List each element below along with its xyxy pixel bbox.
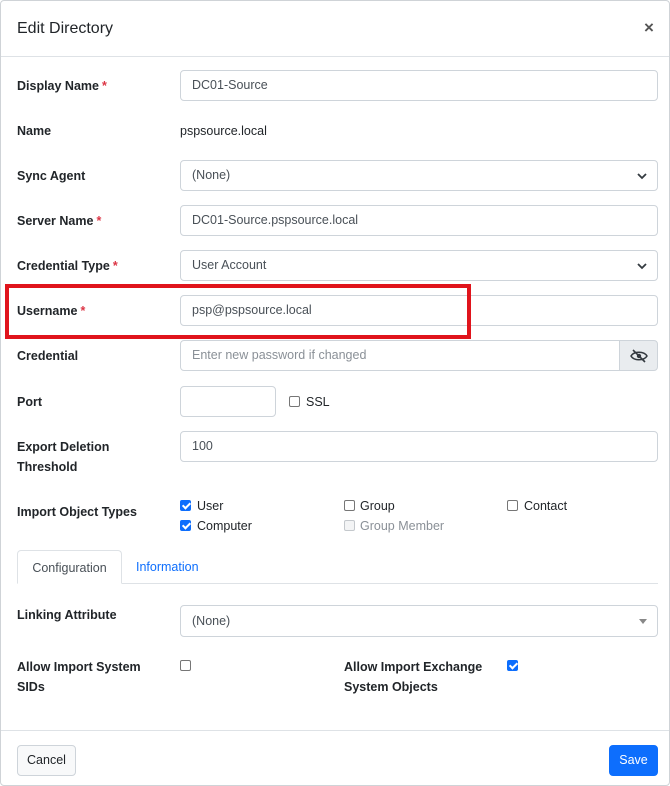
sync-agent-value: (None) [192, 168, 231, 182]
sync-agent-label: Sync Agent [17, 169, 86, 183]
eye-slash-icon [629, 348, 648, 363]
username-label: Username * [17, 304, 86, 318]
name-label: Name [17, 124, 52, 138]
server-name-input[interactable]: DC01-Source.pspsource.local [180, 205, 658, 236]
import-group-checkbox[interactable] [344, 500, 355, 511]
port-input[interactable] [180, 386, 276, 417]
close-icon[interactable]: × [644, 18, 654, 38]
import-group-label: Group [360, 499, 395, 513]
dialog-title: Edit Directory [17, 20, 114, 37]
import-object-types-label: Import Object Types [17, 505, 137, 519]
import-computer-checkbox[interactable] [180, 520, 191, 531]
footer-divider [1, 730, 669, 731]
chevron-down-icon [637, 263, 647, 270]
export-deletion-threshold-input[interactable]: 100 [180, 431, 658, 462]
save-button[interactable]: Save [609, 745, 658, 776]
required-marker: * [80, 304, 86, 318]
ssl-label: SSL [306, 395, 330, 409]
port-label: Port [17, 395, 42, 409]
export-deletion-label: Export Deletion Threshold [17, 440, 110, 474]
name-value: pspsource.local [180, 124, 267, 138]
import-user-checkbox[interactable] [180, 500, 191, 511]
allow-import-system-sids-label: Allow Import System SIDs [17, 660, 141, 694]
required-marker: * [101, 79, 107, 93]
chevron-down-icon [637, 173, 647, 180]
display-name-input[interactable]: DC01-Source [180, 70, 658, 101]
tab-information[interactable]: Information [122, 550, 213, 584]
linking-attribute-select[interactable]: (None) [180, 605, 658, 637]
import-user-label: User [197, 499, 224, 513]
allow-import-exchange-label: Allow Import Exchange System Objects [344, 660, 483, 694]
toggle-password-visibility-button[interactable] [619, 340, 658, 371]
tab-configuration[interactable]: Configuration [17, 550, 122, 584]
edit-directory-dialog: Edit Directory × Display Name * DC01-Sour… [0, 0, 670, 786]
import-group-member-checkbox [344, 520, 355, 531]
dialog-header: Edit Directory × [1, 1, 669, 57]
caret-down-icon [639, 619, 647, 624]
linking-attribute-value: (None) [192, 614, 231, 628]
credential-type-select[interactable]: User Account [180, 250, 658, 281]
display-name-label: Display Name * [17, 79, 107, 93]
linking-attribute-label: Linking Attribute [17, 608, 117, 622]
credential-label: Credential [17, 349, 79, 363]
ssl-checkbox[interactable] [289, 396, 300, 407]
allow-import-system-sids-checkbox[interactable] [180, 660, 191, 671]
import-group-member-label: Group Member [360, 519, 445, 533]
sync-agent-select[interactable]: (None) [180, 160, 658, 191]
required-marker: * [112, 259, 118, 273]
required-marker: * [96, 214, 102, 228]
server-name-label: Server Name * [17, 214, 102, 228]
cancel-button[interactable]: Cancel [17, 745, 76, 776]
credential-type-value: User Account [192, 258, 267, 272]
username-input[interactable]: psp@pspsource.local [180, 295, 658, 326]
import-contact-checkbox[interactable] [507, 500, 518, 511]
import-contact-label: Contact [524, 499, 568, 513]
credential-input[interactable]: Enter new password if changed [180, 340, 620, 371]
allow-import-exchange-checkbox[interactable] [507, 660, 518, 671]
import-computer-label: Computer [197, 519, 252, 533]
credential-type-label: Credential Type * [17, 259, 118, 273]
